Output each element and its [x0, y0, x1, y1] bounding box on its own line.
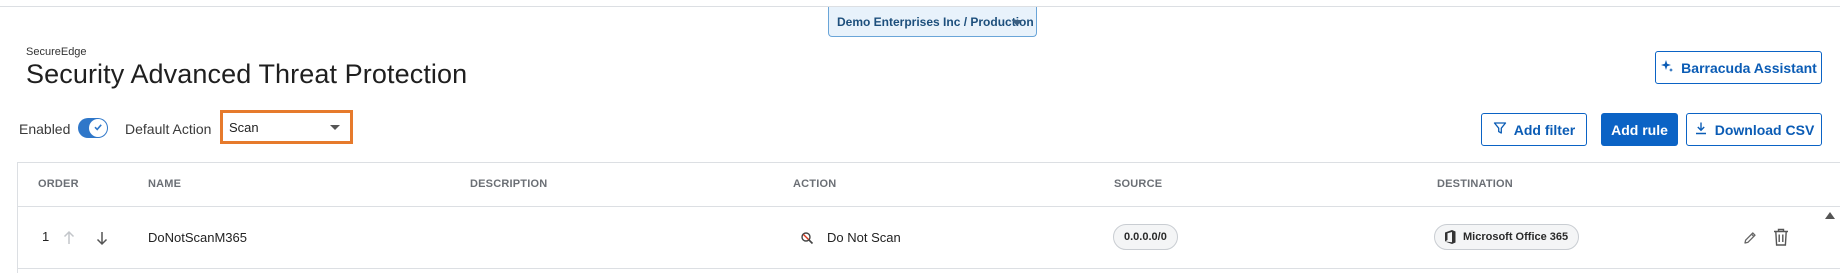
default-action-value: Scan — [229, 120, 259, 135]
chevron-down-icon — [330, 125, 340, 130]
table-border — [17, 162, 18, 273]
arrow-up-icon[interactable] — [60, 229, 78, 247]
add-rule-button[interactable]: Add rule — [1601, 113, 1678, 146]
assistant-button-label: Barracuda Assistant — [1681, 59, 1817, 76]
add-rule-label: Add rule — [1611, 121, 1668, 138]
destination-chip: Microsoft Office 365 — [1434, 224, 1580, 250]
scroll-up-arrow[interactable] — [1825, 212, 1835, 219]
check-icon — [93, 119, 103, 137]
default-action-select[interactable]: Scan — [220, 110, 353, 144]
tenant-selector-label: Demo Enterprises Inc / Production — [837, 14, 1034, 29]
table-border — [17, 162, 1840, 163]
enabled-label: Enabled — [19, 121, 71, 137]
brand-name: SecureEdge — [26, 46, 87, 58]
arrow-down-icon[interactable] — [93, 229, 111, 247]
column-header-destination[interactable]: DESTINATION — [1437, 178, 1513, 190]
office365-icon — [1443, 229, 1457, 245]
default-action-label: Default Action — [125, 121, 212, 137]
row-action: Do Not Scan — [827, 230, 901, 245]
row-source: 0.0.0.0/0 — [1124, 231, 1167, 243]
row-destination: Microsoft Office 365 — [1463, 231, 1569, 243]
column-header-source[interactable]: SOURCE — [1114, 178, 1162, 190]
pencil-icon[interactable] — [1740, 228, 1760, 248]
download-icon — [1694, 121, 1708, 138]
trash-icon[interactable] — [1770, 226, 1792, 248]
enabled-toggle[interactable] — [78, 118, 108, 138]
download-csv-button[interactable]: Download CSV — [1686, 113, 1822, 146]
row-name: DoNotScanM365 — [148, 230, 247, 245]
download-csv-label: Download CSV — [1714, 121, 1815, 138]
column-header-name[interactable]: NAME — [148, 178, 181, 190]
chevron-down-icon — [1012, 20, 1022, 26]
tenant-selector[interactable]: Demo Enterprises Inc / Production — [828, 7, 1037, 37]
row-order: 1 — [42, 229, 50, 244]
sparkle-icon — [1660, 59, 1674, 76]
row-divider — [17, 268, 1840, 269]
column-header-action[interactable]: ACTION — [793, 178, 836, 190]
toggle-knob — [89, 119, 107, 137]
add-filter-label: Add filter — [1513, 121, 1576, 138]
column-header-description[interactable]: DESCRIPTION — [470, 178, 547, 190]
page-title: Security Advanced Threat Protection — [26, 59, 468, 89]
source-chip: 0.0.0.0/0 — [1113, 224, 1178, 250]
assistant-button[interactable]: Barracuda Assistant — [1655, 51, 1822, 84]
no-scan-icon — [799, 230, 815, 246]
add-filter-button[interactable]: Add filter — [1481, 113, 1587, 146]
column-header-order[interactable]: ORDER — [38, 178, 79, 190]
filter-icon — [1493, 121, 1507, 138]
header-divider — [17, 206, 1840, 207]
